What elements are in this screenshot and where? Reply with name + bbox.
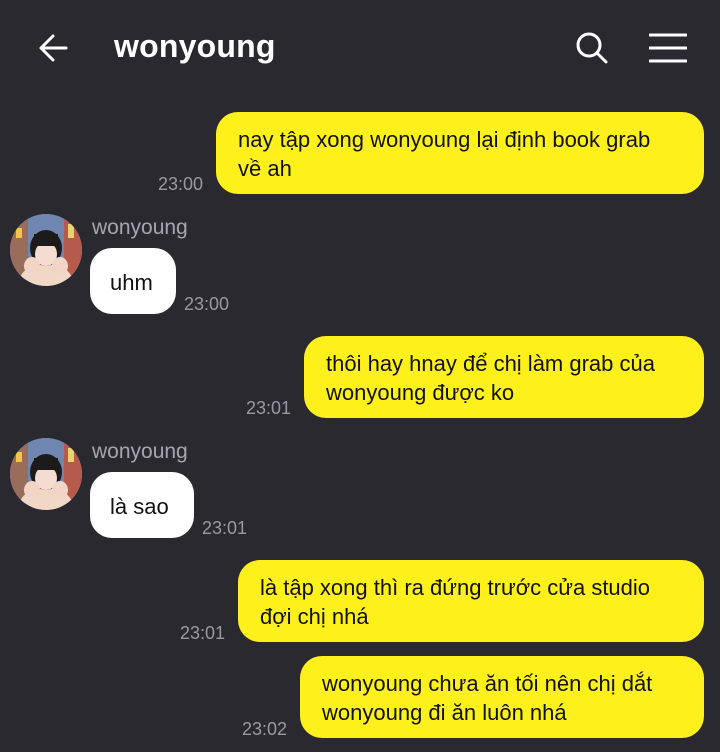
- hamburger-menu-icon: [649, 33, 687, 63]
- message-text-line: về ah: [238, 156, 292, 181]
- chat-header: wonyoung: [0, 0, 720, 96]
- incoming-message-bubble[interactable]: là sao: [90, 472, 194, 538]
- avatar-photo-icon: [10, 438, 82, 510]
- search-icon: [576, 32, 608, 64]
- message-timestamp: 23:01: [246, 398, 292, 418]
- message-text-line: nay tập xong wonyoung lại định book grab: [238, 127, 651, 152]
- chat-title: wonyoung: [114, 28, 276, 64]
- search-button[interactable]: [568, 24, 616, 72]
- contact-avatar[interactable]: [10, 214, 82, 286]
- back-button[interactable]: [28, 24, 80, 72]
- message-timestamp: 23:01: [202, 518, 248, 538]
- sender-name: wonyoung: [92, 216, 188, 239]
- message-timestamp: 23:00: [158, 174, 204, 194]
- outgoing-message-bubble[interactable]: nay tập xong wonyoung lại định book grab…: [216, 112, 704, 194]
- outgoing-message-bubble[interactable]: thôi hay hnay để chị làm grab của wonyou…: [304, 336, 704, 418]
- outgoing-message-bubble[interactable]: là tập xong thì ra đứng trước cửa studio…: [238, 560, 704, 642]
- message-text-line: wonyoung đi ăn luôn nhá: [322, 700, 567, 725]
- incoming-message-bubble[interactable]: uhm: [90, 248, 176, 314]
- menu-button[interactable]: [642, 24, 694, 72]
- contact-avatar[interactable]: [10, 438, 82, 510]
- message-text-line: thôi hay hnay để chị làm grab của: [326, 351, 655, 376]
- message-timestamp: 23:02: [242, 719, 288, 739]
- sender-name: wonyoung: [92, 440, 188, 463]
- message-text-line: wonyoung được ko: [326, 380, 515, 405]
- arrow-left-icon: [39, 34, 68, 62]
- message-text-line: là tập xong thì ra đứng trước cửa studio: [260, 575, 651, 600]
- outgoing-message-bubble[interactable]: wonyoung chưa ăn tối nên chị dắt wonyoun…: [300, 656, 704, 738]
- message-timestamp: 23:00: [184, 294, 230, 314]
- message-text-line: là sao: [110, 494, 169, 519]
- avatar-photo-icon: [10, 214, 82, 286]
- message-timestamp: 23:01: [180, 623, 226, 643]
- message-text-line: wonyoung chưa ăn tối nên chị dắt: [322, 671, 653, 696]
- message-text-line: uhm: [110, 270, 153, 295]
- message-text-line: đợi chị nhá: [260, 604, 369, 629]
